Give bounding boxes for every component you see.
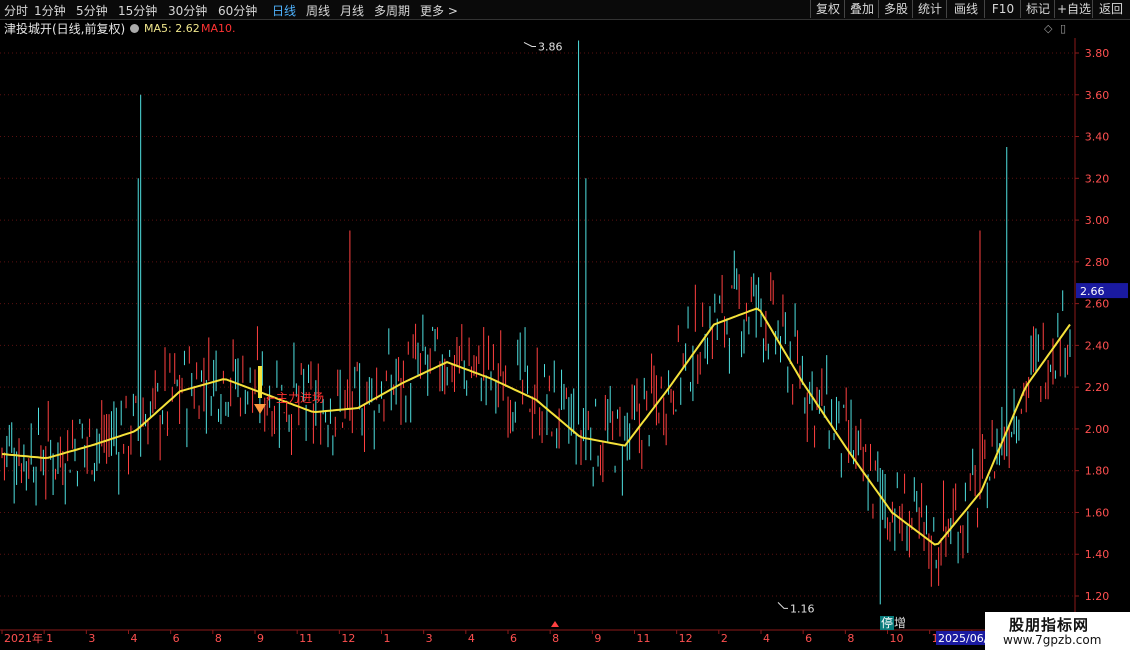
time-axis-label: 2021年 xyxy=(4,631,43,645)
price-tick-label: 2.60 xyxy=(1085,298,1110,311)
low-pointer xyxy=(777,602,788,609)
time-axis-label: 1 xyxy=(46,632,53,645)
price-tick-label: 3.00 xyxy=(1085,214,1110,227)
signal-bar xyxy=(258,366,262,398)
time-axis-label: 9 xyxy=(257,632,264,645)
price-tick-label: 2.40 xyxy=(1085,339,1110,352)
time-axis-label: 4 xyxy=(468,632,475,645)
time-axis-label: 8 xyxy=(215,632,222,645)
time-axis-label: 8 xyxy=(552,632,559,645)
increase-marker[interactable]: 增 xyxy=(894,616,906,630)
time-axis-label: 12 xyxy=(679,632,693,645)
signal-label: ←主力进场 xyxy=(266,391,324,405)
price-tick-label: 3.80 xyxy=(1085,47,1110,60)
price-tick-label: 2.20 xyxy=(1085,381,1110,394)
price-tick-label: 2.80 xyxy=(1085,256,1110,269)
time-axis-label: 10 xyxy=(890,632,904,645)
time-axis-label: 1 xyxy=(384,632,391,645)
low-label: 1.16 xyxy=(790,602,815,615)
price-tick-label: 1.20 xyxy=(1085,590,1110,603)
time-axis-label: 8 xyxy=(847,632,854,645)
high-label: 3.86 xyxy=(538,40,563,53)
time-axis-label: 3 xyxy=(426,632,433,645)
event-markers: 停增 xyxy=(880,614,906,631)
time-axis-label: 6 xyxy=(805,632,812,645)
time-axis-label: 4 xyxy=(131,632,138,645)
suspension-marker[interactable]: 停 xyxy=(880,616,895,630)
price-tick-label: 3.20 xyxy=(1085,172,1110,185)
watermark-url: www.7gpzb.com xyxy=(1003,633,1102,647)
price-tick-label: 1.60 xyxy=(1085,506,1110,519)
time-axis-label: 3 xyxy=(88,632,95,645)
time-axis-label: 6 xyxy=(510,632,517,645)
high-pointer xyxy=(523,42,536,47)
time-axis-label: 11 xyxy=(299,632,313,645)
current-price-label: 2.66 xyxy=(1080,285,1105,298)
time-axis-label: 9 xyxy=(594,632,601,645)
time-axis-label: 2025/06/ xyxy=(938,632,988,645)
event-arrow-icon xyxy=(551,621,559,627)
price-tick-label: 3.40 xyxy=(1085,131,1110,144)
time-axis-label: 11 xyxy=(637,632,651,645)
price-tick-label: 2.00 xyxy=(1085,423,1110,436)
signal-arrow-icon xyxy=(254,404,266,414)
time-axis-label: 6 xyxy=(173,632,180,645)
price-tick-label: 1.80 xyxy=(1085,465,1110,478)
ma5-line xyxy=(1,307,1071,546)
price-tick-label: 3.60 xyxy=(1085,89,1110,102)
price-tick-label: 1.40 xyxy=(1085,548,1110,561)
watermark-title: 股朋指标网 xyxy=(1009,616,1090,634)
watermark: 股朋指标网 www.7gpzb.com xyxy=(985,612,1130,650)
time-axis-label: 2 xyxy=(721,632,728,645)
time-axis-label: 12 xyxy=(341,632,355,645)
time-axis-label: 4 xyxy=(763,632,770,645)
kline-chart[interactable]: 3.80 3.60 3.40 3.20 3.00 2.80 2.60 2.40 2.20 2.00… xyxy=(0,0,1130,650)
